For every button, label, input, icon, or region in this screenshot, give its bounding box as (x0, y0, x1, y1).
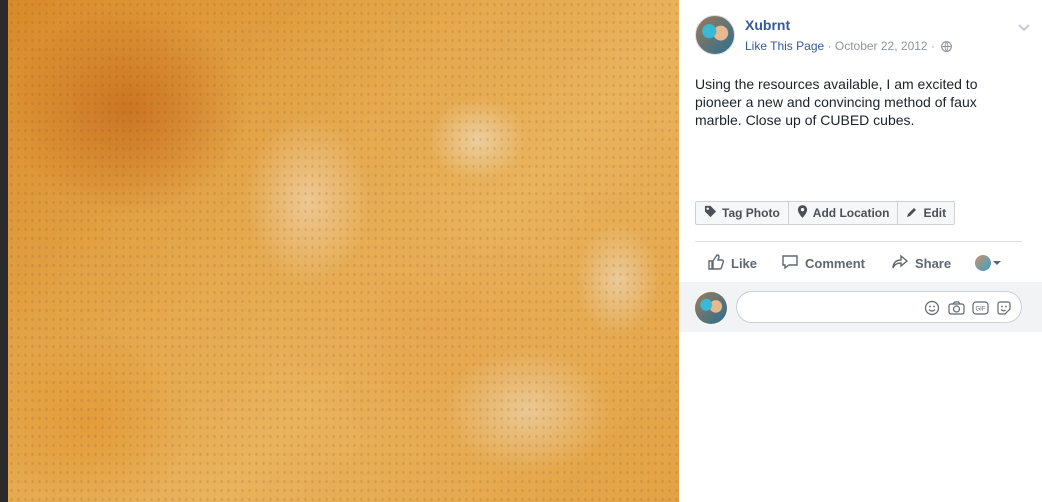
meta-separator-2: · (930, 39, 939, 53)
post-header: Xubrnt Like This Page · October 22, 2012… (695, 15, 1030, 57)
location-pin-icon (797, 205, 813, 221)
like-page-link[interactable]: Like This Page (745, 39, 824, 53)
tag-icon (704, 205, 722, 221)
comment-tools: GIF (923, 299, 1013, 317)
reaction-bar: Like Comment Share (695, 248, 1022, 278)
photo-actions: Tag Photo Add Location Edit (695, 201, 956, 225)
comment-button[interactable]: Comment (781, 248, 865, 278)
avatar (695, 292, 727, 324)
post-meta: Like This Page · October 22, 2012 · (745, 39, 953, 55)
sticker-icon[interactable] (995, 299, 1013, 317)
chevron-down-icon (991, 254, 1003, 272)
photo-viewer (0, 0, 679, 502)
post-photo[interactable] (8, 0, 679, 502)
gif-icon[interactable]: GIF (971, 299, 989, 317)
emoji-icon[interactable] (923, 299, 941, 317)
comment-composer: GIF (679, 282, 1042, 332)
post-caption: Using the resources available, I am exci… (695, 76, 978, 128)
like-label: Like (731, 255, 758, 271)
tag-photo-button[interactable]: Tag Photo (696, 202, 789, 224)
chevron-down-icon[interactable] (1018, 19, 1030, 37)
divider (695, 241, 1022, 242)
add-location-button[interactable]: Add Location (789, 202, 899, 224)
globe-icon[interactable] (941, 41, 953, 55)
thumbs-up-icon (707, 253, 731, 274)
edit-button[interactable]: Edit (898, 202, 954, 224)
like-button[interactable]: Like (707, 248, 757, 278)
tag-photo-label: Tag Photo (722, 206, 780, 220)
edit-label: Edit (923, 206, 947, 220)
add-location-label: Add Location (812, 206, 890, 220)
share-label: Share (914, 255, 952, 271)
pencil-icon (906, 206, 923, 221)
post-details-panel: Xubrnt Like This Page · October 22, 2012… (679, 0, 1042, 502)
comment-input[interactable]: GIF (736, 291, 1022, 323)
camera-icon[interactable] (947, 299, 965, 317)
svg-text:GIF: GIF (975, 307, 985, 313)
post-date[interactable]: October 22, 2012 (835, 39, 928, 53)
comment-icon (781, 253, 805, 274)
page-avatar[interactable] (695, 15, 735, 55)
audience-selector[interactable] (975, 254, 1003, 272)
page-name-link[interactable]: Xubrnt (745, 17, 790, 33)
meta-separator: · (827, 39, 835, 53)
share-button[interactable]: Share (891, 248, 951, 278)
comment-label: Comment (805, 255, 865, 271)
share-arrow-icon (891, 253, 915, 274)
avatar (975, 255, 992, 271)
